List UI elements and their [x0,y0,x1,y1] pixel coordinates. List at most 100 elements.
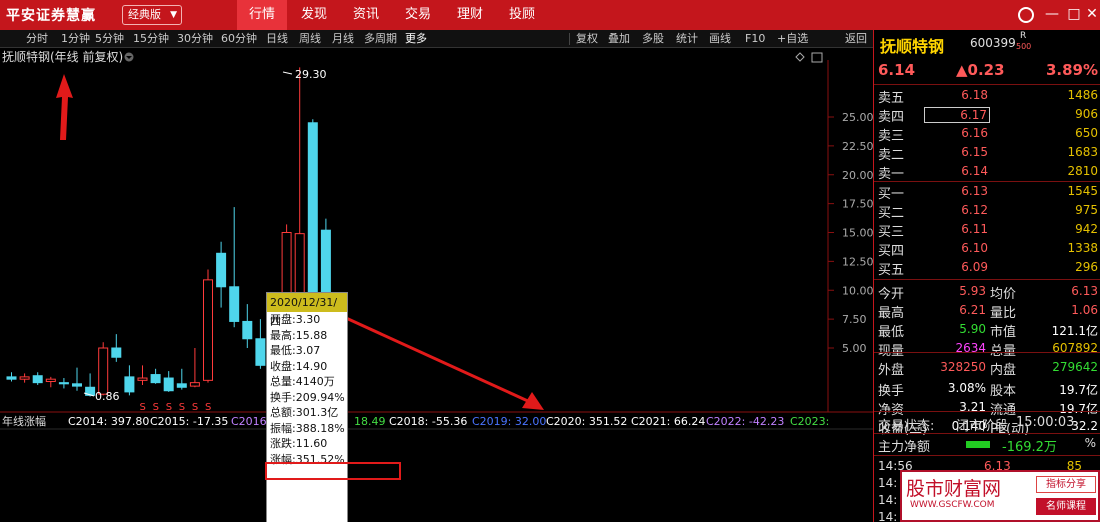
maximize-icon[interactable]: □ [1066,6,1082,22]
divider [569,33,570,45]
indicator-name: 年线涨幅 [2,414,46,428]
tool-diejia[interactable]: 叠加 [608,31,630,47]
stock-badge-500: 500 [1016,42,1032,51]
stat-row: 最低 5.90 市值 121.1亿 [874,320,1100,340]
period-day[interactable]: 日线 [266,31,288,47]
diamond-icon[interactable] [795,52,805,62]
candle-body [124,376,135,393]
stat-label: 最低 [878,325,905,340]
period-fenshi[interactable]: 分时 [26,31,48,47]
sell-price: 6.17 [924,107,990,123]
chart-title: 抚顺特钢(年线 前复权) [2,49,123,64]
divider [874,455,1100,456]
nav-tab-tougu[interactable]: 投顾 [497,0,547,30]
indicator-item-2016: C2016: [231,415,270,428]
sell-signal-marker: S [192,402,198,413]
divider [874,84,1100,85]
buy-row-1[interactable]: 买一 6.13 1545 [874,182,1100,202]
sell-row-3[interactable]: 卖三 6.16 650 [874,124,1100,144]
kline-chart-area[interactable]: 抚顺特钢(年线 前复权) 25.00 22.50 20.00 17.50 15.00 12… [0,48,873,522]
panel-toggle-icon[interactable] [811,52,823,63]
buy-row-3[interactable]: 买三 6.11 942 [874,220,1100,240]
buy-price: 6.11 [961,222,988,236]
period-5min[interactable]: 5分钟 [95,31,124,47]
candle-body [32,375,43,384]
stat-label: 外盘 [878,363,905,378]
stat-value: 1.06 [1071,303,1098,317]
max-price-label: 29.30 [295,68,327,81]
buy-volume: 942 [1075,222,1098,236]
period-multi[interactable]: 多周期 [364,31,397,47]
nav-tab-faxian[interactable]: 发现 [289,0,339,30]
stat-value: 19.7亿 [1059,383,1098,397]
nav-tab-hangqing[interactable]: 行情 [237,0,287,30]
buy-volume: 975 [1075,203,1098,217]
buy-row-5[interactable]: 买五 6.09 296 [874,258,1100,278]
tooltip-high: 最高:15.88 [270,328,328,342]
candle-body [111,347,122,358]
sell-row-5[interactable]: 卖五 6.18 1486 [874,86,1100,106]
candle-body [189,382,200,387]
period-1min[interactable]: 1分钟 [61,31,90,47]
nav-tab-zixun[interactable]: 资讯 [341,0,391,30]
buy-row-4[interactable]: 买四 6.10 1338 [874,239,1100,259]
stat-value: 279642 [1052,360,1098,374]
nav-tab-licai[interactable]: 理财 [445,0,495,30]
nav-tab-jiaoyi[interactable]: 交易 [393,0,443,30]
highlight-box [265,462,401,480]
candle-body [163,377,174,392]
tooltip-low: 最低:3.07 [270,344,321,357]
close-icon[interactable]: ✕ [1084,6,1100,22]
max-price-pointer [282,71,293,75]
candle-body [58,382,69,385]
tool-duogu[interactable]: 多股 [642,31,664,47]
tool-tongji[interactable]: 统计 [676,31,698,47]
candle-body [137,377,148,381]
sell-volume: 906 [1075,107,1098,121]
period-month[interactable]: 月线 [332,31,354,47]
candle-body [242,320,253,340]
stat-label: 换手 [878,384,905,399]
period-week[interactable]: 周线 [299,31,321,47]
indicator-item-2020: C2020: 351.52 [546,415,627,428]
stat-row: 今开 5.93 均价 6.13 [874,282,1100,302]
user-avatar-icon[interactable] [1018,7,1034,23]
last-price: 6.14 [878,61,916,79]
y-tick-label: 17.50 [842,198,873,211]
stat-row: 最高 6.21 量比 1.06 [874,301,1100,321]
period-60min[interactable]: 60分钟 [221,31,257,47]
sell-row-2[interactable]: 卖二 6.15 1683 [874,143,1100,163]
y-tick-label: 10.00 [842,284,873,297]
s-markers: SSSSSS [140,402,212,413]
tool-fuquan[interactable]: 复权 [576,31,598,47]
sell-row-4[interactable]: 卖四 6.17 906 [874,105,1100,125]
tool-f10[interactable]: F10 [745,31,765,47]
sell-signal-marker: S [153,402,159,413]
chevron-down-icon: ▼ [170,10,177,20]
divider [874,411,1100,412]
buy-row-2[interactable]: 买二 6.12 975 [874,201,1100,221]
min-price-label: 0.86 [95,390,120,403]
sell-label: 卖一 [878,167,905,182]
sell-label: 卖二 [878,148,905,163]
tool-back[interactable]: 返回 [845,31,867,47]
tool-huaxian[interactable]: 画线 [709,31,731,47]
period-30min[interactable]: 30分钟 [177,31,213,47]
stat-value: 5.90 [959,322,986,336]
stat-label: 今开 [878,287,905,302]
minimize-icon[interactable]: — [1044,6,1060,22]
period-more[interactable]: 更多 [405,31,427,47]
tool-add-favorite[interactable]: +自选 [777,31,808,47]
stat-label: 最高 [878,306,905,321]
indicator-item-2014: C2014: 397.80 [68,415,149,428]
sell-price: 6.16 [961,126,988,140]
edition-dropdown[interactable]: 经典版 ▼ [122,5,182,25]
y-axis-ticks: 25.00 22.50 20.00 17.50 15.00 12.50 10.00 7.50 5… [828,111,873,355]
price-change: ▲0.23 [956,61,1005,79]
edition-label: 经典版 [128,8,161,21]
candle-body [72,383,82,387]
period-15min[interactable]: 15分钟 [133,31,169,47]
stock-name: 抚顺特钢 [880,37,945,56]
candle-body [176,383,187,388]
sell-row-1[interactable]: 卖一 6.14 2810 [874,162,1100,182]
